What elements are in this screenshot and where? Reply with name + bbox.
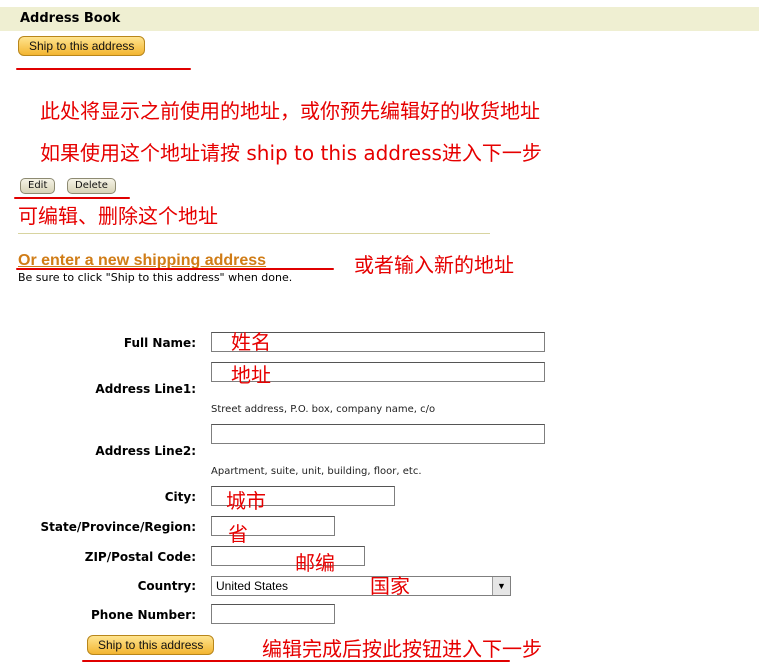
address-line1-hint: Street address, P.O. box, company name, …: [211, 404, 436, 415]
address-line1-label: Address Line1:: [95, 382, 196, 396]
address-line2-input[interactable]: [211, 424, 545, 444]
delete-button[interactable]: Delete: [67, 178, 116, 194]
chevron-down-icon[interactable]: ▼: [492, 577, 510, 595]
country-select[interactable]: United States ▼: [211, 576, 511, 596]
city-label: City:: [164, 490, 196, 504]
country-selected-value: United States: [216, 579, 289, 593]
annotation-underline-ship-top: [16, 68, 191, 70]
full-name-label: Full Name:: [123, 336, 196, 350]
annotation-use-address: 如果使用这个地址请按 ship to this address进入下一步: [40, 141, 542, 165]
state-label: State/Province/Region:: [40, 520, 196, 534]
phone-input[interactable]: [211, 604, 335, 624]
annotation-city: 城市: [226, 489, 266, 513]
address-line2-label: Address Line2:: [95, 444, 196, 458]
annotation-underline-edit-delete: [14, 197, 130, 199]
annotation-full-name: 姓名: [231, 330, 271, 354]
ship-to-this-address-button-top[interactable]: Ship to this address: [18, 36, 146, 56]
phone-label: Phone Number:: [91, 608, 196, 622]
annotation-address: 地址: [231, 363, 271, 387]
section-divider: [18, 233, 490, 234]
country-label: Country:: [137, 579, 196, 593]
annotation-country: 国家: [370, 574, 410, 598]
ship-to-this-address-button-bottom[interactable]: Ship to this address: [87, 635, 215, 655]
annotation-saved-address: 此处将显示之前使用的地址，或你预先编辑好的收货地址: [40, 99, 540, 123]
annotation-edit-delete: 可编辑、删除这个地址: [18, 204, 218, 228]
page-title: Address Book: [20, 11, 121, 26]
edit-button[interactable]: Edit: [20, 178, 56, 194]
annotation-state: 省: [228, 522, 248, 546]
annotation-zip: 邮编: [295, 551, 335, 575]
annotation-new-address: 或者输入新的地址: [354, 253, 514, 277]
zip-label: ZIP/Postal Code:: [84, 550, 196, 564]
address-line2-hint: Apartment, suite, unit, building, floor,…: [211, 466, 422, 477]
annotation-underline-new-address: [16, 268, 334, 270]
annotation-submit: 编辑完成后按此按钮进入下一步: [262, 637, 542, 661]
zip-input[interactable]: [211, 546, 365, 566]
new-address-instructions: Be sure to click "Ship to this address" …: [18, 271, 293, 284]
